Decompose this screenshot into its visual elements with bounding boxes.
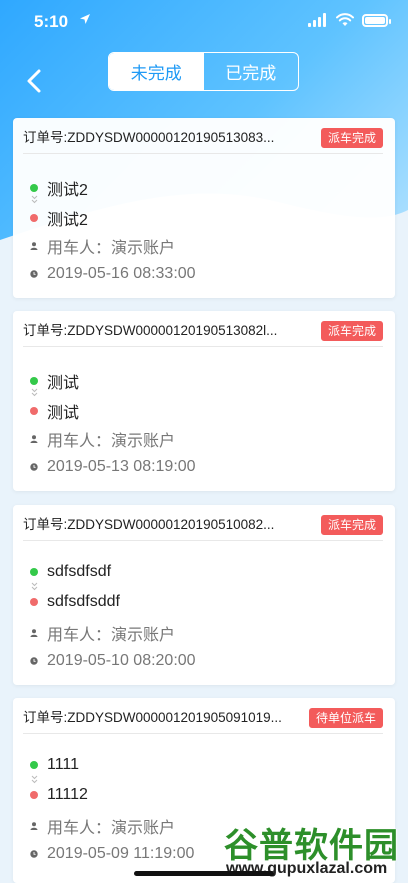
order-time: 2019-05-10 08:20:00 — [47, 652, 196, 669]
clock-icon — [30, 657, 38, 665]
order-time: 2019-05-13 08:19:00 — [47, 458, 196, 475]
origin-text: 测试2 — [47, 182, 88, 199]
car-user: 用车人：演示账户 — [47, 820, 176, 837]
clock-icon — [30, 270, 38, 278]
chevron-down-icon — [31, 388, 38, 397]
destination-dot-icon — [30, 214, 38, 222]
origin-text: 1111 — [47, 756, 80, 773]
status-badge: 待单位派车 — [308, 708, 383, 728]
clock-icon — [30, 850, 38, 858]
destination-dot-icon — [30, 598, 38, 606]
location-arrow-icon — [80, 14, 90, 24]
status-time: 5:10 — [34, 12, 69, 31]
car-user: 用车人：演示账户 — [47, 433, 176, 450]
status-bar: 5:10 — [0, 0, 408, 44]
order-number: 订单号:ZDDYSDW000001201905091019... — [23, 710, 282, 725]
car-user: 用车人：演示账户 — [47, 240, 176, 257]
order-number: 订单号:ZDDYSDW00000120190513083... — [23, 130, 275, 145]
destination-dot-icon — [30, 407, 38, 415]
back-arrow-icon[interactable] — [22, 66, 46, 96]
origin-dot-icon — [30, 568, 38, 576]
battery-icon — [362, 13, 391, 27]
origin-dot-icon — [30, 377, 38, 385]
person-icon — [30, 822, 38, 830]
order-time: 2019-05-16 08:33:00 — [47, 265, 196, 282]
status-badge: 派车完成 — [320, 515, 383, 535]
clock-icon — [30, 463, 38, 471]
destination-text: 11112 — [47, 786, 88, 803]
home-indicator[interactable] — [134, 871, 274, 876]
chevron-down-icon — [31, 775, 38, 784]
status-segmented-control: 未完成 已完成 — [108, 52, 299, 91]
tab-incomplete[interactable]: 未完成 — [109, 53, 204, 90]
origin-dot-icon — [30, 184, 38, 192]
car-user: 用车人：演示账户 — [47, 627, 176, 644]
order-number: 订单号:ZDDYSDW00000120190510082... — [23, 517, 275, 532]
order-card[interactable]: 订单号:ZDDYSDW00000120190510082... 派车完成 sdf… — [13, 505, 395, 685]
destination-dot-icon — [30, 791, 38, 799]
status-badge: 派车完成 — [320, 128, 383, 148]
order-card[interactable]: 订单号:ZDDYSDW00000120190513082l... 派车完成 测试… — [13, 311, 395, 491]
order-card[interactable]: 订单号:ZDDYSDW00000120190513083... 派车完成 测试2… — [13, 118, 395, 298]
order-number: 订单号:ZDDYSDW00000120190513082l... — [23, 323, 278, 338]
origin-dot-icon — [30, 761, 38, 769]
order-time: 2019-05-09 11:19:00 — [47, 845, 195, 862]
chevron-down-icon — [31, 582, 38, 591]
signal-icon — [308, 13, 326, 27]
chevron-down-icon — [31, 195, 38, 204]
origin-text: 测试 — [47, 375, 80, 392]
tab-complete[interactable]: 已完成 — [204, 53, 299, 90]
status-badge: 派车完成 — [320, 321, 383, 341]
person-icon — [30, 435, 38, 443]
destination-text: 测试2 — [47, 212, 88, 229]
person-icon — [30, 629, 38, 637]
destination-text: 测试 — [47, 405, 80, 422]
destination-text: sdfsdfsddf — [47, 593, 120, 610]
origin-text: sdfsdfsdf — [47, 563, 112, 580]
nav-bar: 未完成 已完成 — [0, 52, 408, 93]
person-icon — [30, 242, 38, 250]
wifi-icon — [336, 13, 354, 26]
